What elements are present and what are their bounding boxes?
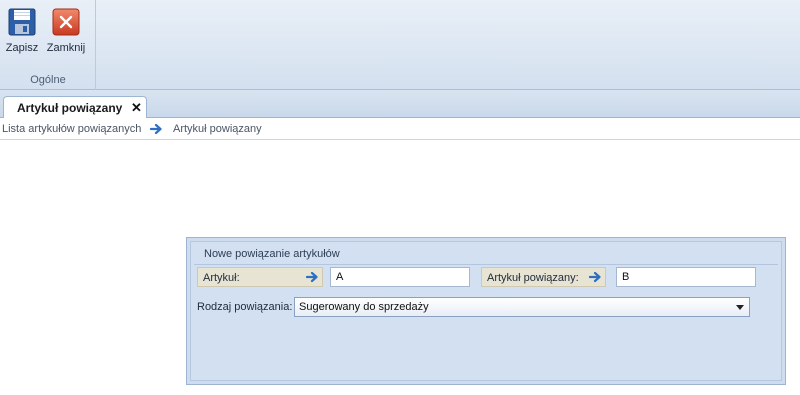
tab-close-icon[interactable]: ✕ — [131, 101, 142, 114]
related-article-lookup-label[interactable]: Artykuł powiązany: — [481, 267, 606, 287]
relation-type-value: Sugerowany do sprzedaży — [299, 301, 429, 313]
close-button[interactable]: Zamknij — [45, 6, 87, 60]
save-button-label: Zapisz — [5, 42, 39, 54]
panel-title: Nowe powiązanie artykułów — [204, 248, 340, 260]
related-article-label: Artykuł powiązany: — [487, 272, 579, 284]
article-lookup-label[interactable]: Artykuł: — [197, 267, 323, 287]
tab-related-article[interactable]: Artykuł powiązany ✕ — [3, 96, 147, 119]
breadcrumb-parent-link[interactable]: Lista artykułów powiązanych — [2, 123, 141, 135]
ribbon-group-general: Zapisz Zamknij Ogólne — [0, 0, 96, 90]
arrow-right-icon — [306, 271, 318, 283]
tab-title: Artykuł powiązany — [17, 101, 123, 115]
new-article-link-panel: Nowe powiązanie artykułów Artykuł: Artyk… — [186, 237, 786, 385]
article-input[interactable] — [330, 267, 470, 287]
ribbon: Zapisz Zamknij Ogólne — [0, 0, 800, 90]
panel-body: Nowe powiązanie artykułów Artykuł: Artyk… — [190, 241, 782, 381]
save-button[interactable]: Zapisz — [1, 6, 43, 60]
article-label: Artykuł: — [203, 272, 240, 284]
document-tabstrip: Artykuł powiązany ✕ — [0, 90, 800, 119]
breadcrumb-current: Artykuł powiązany — [173, 123, 262, 135]
close-button-label: Zamknij — [46, 42, 86, 54]
arrow-right-icon — [589, 271, 601, 283]
panel-divider — [194, 264, 778, 265]
breadcrumb: Lista artykułów powiązanych Artykuł powi… — [0, 118, 800, 140]
floppy-disk-icon — [8, 8, 36, 36]
relation-type-label: Rodzaj powiązania: — [197, 301, 293, 313]
ribbon-group-label: Ogólne — [30, 74, 66, 86]
relation-type-select[interactable]: Sugerowany do sprzedaży — [294, 297, 750, 317]
close-x-icon — [52, 8, 80, 36]
chevron-down-icon[interactable] — [736, 305, 744, 310]
related-article-input[interactable] — [616, 267, 756, 287]
arrow-right-icon — [150, 123, 162, 135]
